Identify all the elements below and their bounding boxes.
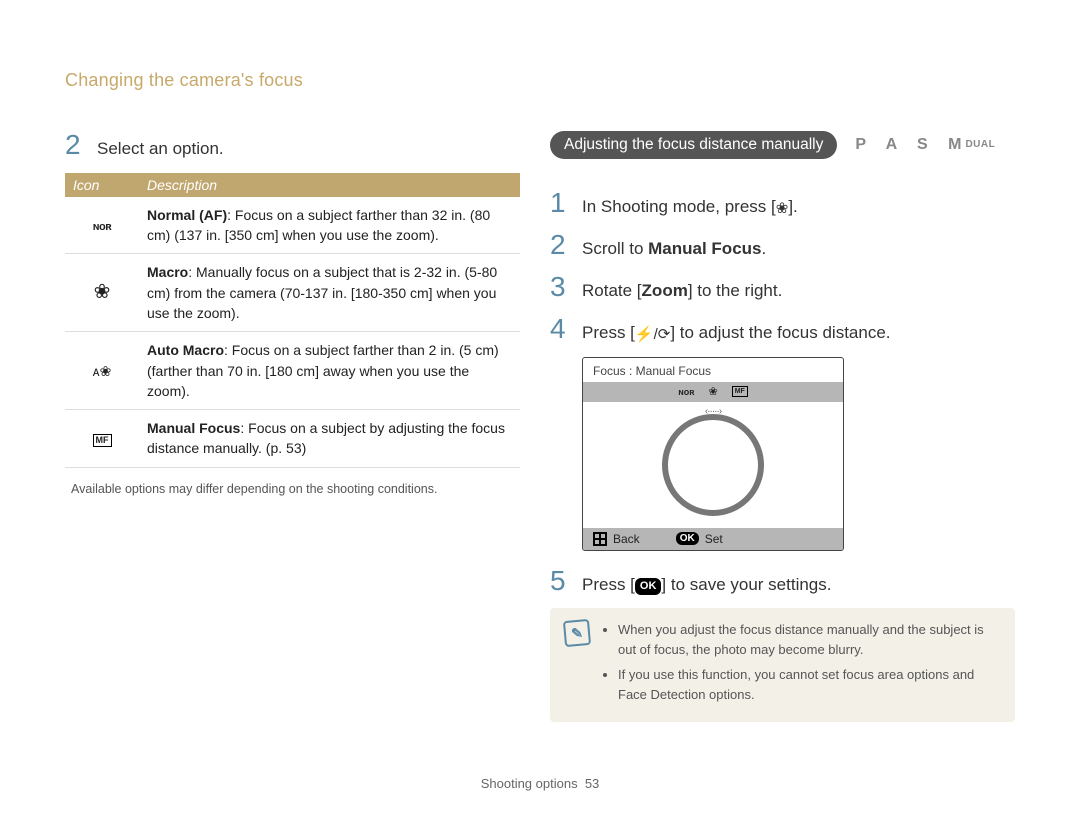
focus-dial-icon: ‹·····› [662,414,764,516]
row-desc: Normal (AF): Focus on a subject farther … [139,197,520,254]
row-desc: Macro: Manually focus on a subject that … [139,254,520,332]
step-number: 2 [550,231,582,259]
lcd-icon-bar: ɴᴏʀ ❀ MF [583,382,843,402]
step-text: Rotate [Zoom] to the right. [582,279,782,303]
step-number: 4 [550,315,582,343]
note-icon: ✎ [563,619,591,647]
step-text: Press [OK] to save your settings. [582,573,832,597]
step-number: 5 [550,567,582,595]
step-5: 5 Press [OK] to save your settings. [550,567,1015,597]
ok-icon: OK [676,532,699,545]
step-number: 1 [550,189,582,217]
row-desc: Auto Macro: Focus on a subject farther t… [139,332,520,410]
step-4: 4 Press [⚡/⟳] to adjust the focus distan… [550,315,1015,345]
section-header: Adjusting the focus distance manually P … [550,131,1015,159]
dial-scale-icon: ‹·····› [705,406,721,417]
manual-page: Changing the camera's focus 2 Select an … [0,0,1080,815]
step-text: Scroll to Manual Focus. [582,237,766,261]
step-number: 3 [550,273,582,301]
columns: 2 Select an option. Icon Description ɴᴏʀ… [65,131,1015,722]
tip-box: ✎ When you adjust the focus distance man… [550,608,1015,722]
step-2: 2 Select an option. [65,131,520,161]
col-icon: Icon [65,173,139,197]
mf-icon: MF [93,434,112,447]
table-row: MF Manual Focus: Focus on a subject by a… [65,410,520,468]
grid-icon [593,532,607,546]
row-desc: Manual Focus: Focus on a subject by adju… [139,410,520,468]
page-footer: Shooting options 53 [0,776,1080,791]
table-row: ᴀ❀ Auto Macro: Focus on a subject farthe… [65,332,520,410]
step-number: 2 [65,131,97,159]
mode-indicator: P A S MDUAL [855,136,995,154]
step-2r: 2 Scroll to Manual Focus. [550,231,1015,261]
right-column: Adjusting the focus distance manually P … [520,131,1015,722]
ok-icon: OK [635,578,662,595]
set-label: OK Set [676,532,723,546]
macro-button-icon: ❀ [776,198,789,219]
mf-icon: MF [732,386,748,397]
table-row: ❀ Macro: Manually focus on a subject tha… [65,254,520,332]
step-text: Press [⚡/⟳] to adjust the focus distance… [582,321,891,345]
back-label: Back [593,532,640,546]
lcd-preview: Focus : Manual Focus ɴᴏʀ ❀ MF ‹·····› Ba… [582,357,844,551]
availability-note: Available options may differ depending o… [71,482,520,496]
lcd-dial-area: ‹·····› [583,402,843,528]
tip-list: When you adjust the focus distance manua… [602,620,1001,710]
lcd-footer: Back OK Set [583,528,843,550]
col-description: Description [139,173,520,197]
macro-icon: ❀ [708,385,717,398]
dual-label: DUAL [965,139,995,150]
page-title: Changing the camera's focus [65,70,1015,91]
nor-icon: ɴᴏʀ [678,387,694,397]
step-text: In Shooting mode, press [❀]. [582,195,798,219]
auto-macro-icon: ᴀ❀ [93,364,112,378]
tip-item: When you adjust the focus distance manua… [618,620,1001,659]
lcd-title: Focus : Manual Focus [583,358,843,382]
options-table: Icon Description ɴᴏʀ Normal (AF): Focus … [65,173,520,468]
step-text: Select an option. [97,137,224,161]
tip-item: If you use this function, you cannot set… [618,665,1001,704]
table-row: ɴᴏʀ Normal (AF): Focus on a subject fart… [65,197,520,254]
step-1: 1 In Shooting mode, press [❀]. [550,189,1015,219]
step-3: 3 Rotate [Zoom] to the right. [550,273,1015,303]
left-column: 2 Select an option. Icon Description ɴᴏʀ… [65,131,520,722]
flash-timer-icon: ⚡/⟳ [635,324,670,345]
nor-icon: ɴᴏʀ [93,222,111,233]
macro-icon: ❀ [94,282,111,302]
section-pill: Adjusting the focus distance manually [550,131,837,159]
